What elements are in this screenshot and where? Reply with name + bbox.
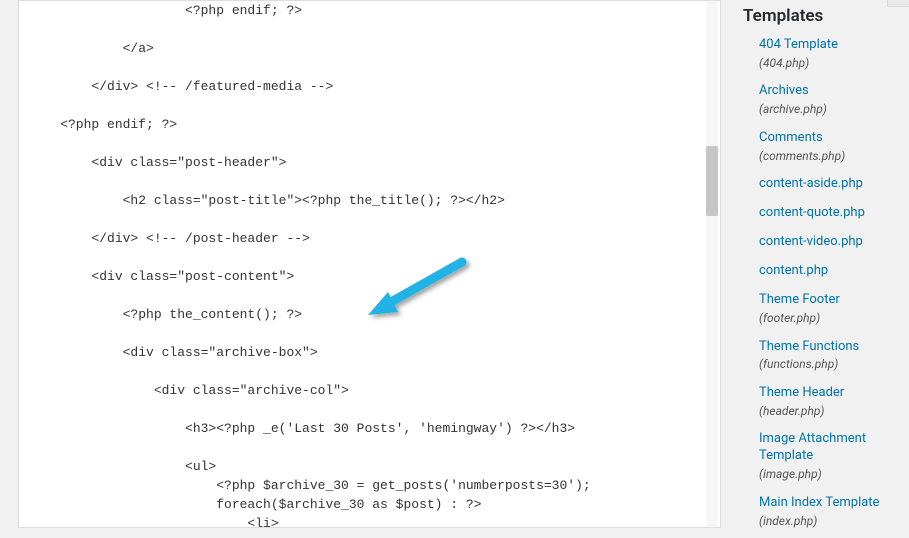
template-link[interactable]: 404 Template <box>759 37 838 52</box>
sidebar-heading: Templates <box>743 6 909 26</box>
template-link[interactable]: Comments <box>759 130 823 145</box>
template-list: 404 Template (404.php) Archives (archive.ph… <box>743 34 909 538</box>
template-item: content.php <box>759 260 909 289</box>
template-link[interactable]: Image Attachment Template <box>759 431 866 463</box>
template-filename: (404.php) <box>759 56 909 72</box>
template-item: Theme Footer (footer.php) <box>759 289 909 335</box>
editor-pane: <?php endif; ?> </a> </div> <!-- /featur… <box>0 0 731 528</box>
template-link[interactable]: Main Index Template <box>759 495 879 510</box>
template-item: content-aside.php <box>759 173 909 202</box>
template-link[interactable]: content-quote.php <box>759 205 865 220</box>
template-link[interactable]: content.php <box>759 263 828 278</box>
template-filename: (comments.php) <box>759 149 909 165</box>
template-link[interactable]: Theme Header <box>759 385 844 400</box>
template-item: content-quote.php <box>759 202 909 231</box>
code-editor[interactable]: <?php endif; ?> </a> </div> <!-- /featur… <box>18 0 721 528</box>
template-filename: (image.php) <box>759 467 909 483</box>
templates-sidebar: Templates 404 Template (404.php) Archives (… <box>731 0 909 528</box>
template-filename: (functions.php) <box>759 357 909 373</box>
template-item: Comments (comments.php) <box>759 127 909 173</box>
template-item: Image Attachment Template (image.php) <box>759 428 909 491</box>
scrollbar-track[interactable] <box>706 1 718 527</box>
template-link[interactable]: Theme Functions <box>759 339 859 354</box>
template-filename: (index.php) <box>759 514 909 530</box>
template-link[interactable]: Archives <box>759 83 809 98</box>
template-filename: (header.php) <box>759 404 909 420</box>
template-item: Theme Functions (functions.php) <box>759 336 909 382</box>
template-filename: (archive.php) <box>759 102 909 118</box>
template-filename: (footer.php) <box>759 311 909 327</box>
scrollbar-thumb[interactable] <box>706 146 718 216</box>
template-item: 404 Template (404.php) <box>759 34 909 80</box>
template-item: Archives (archive.php) <box>759 80 909 126</box>
collapsed-help-tab[interactable] <box>887 0 909 7</box>
template-link[interactable]: content-aside.php <box>759 176 863 191</box>
code-content[interactable]: <?php endif; ?> </a> </div> <!-- /featur… <box>29 1 710 528</box>
template-item: content-video.php <box>759 231 909 260</box>
template-link[interactable]: content-video.php <box>759 234 863 249</box>
template-item: Theme Header (header.php) <box>759 382 909 428</box>
template-item: Main Index Template (index.php) <box>759 492 909 538</box>
template-link[interactable]: Theme Footer <box>759 292 840 307</box>
